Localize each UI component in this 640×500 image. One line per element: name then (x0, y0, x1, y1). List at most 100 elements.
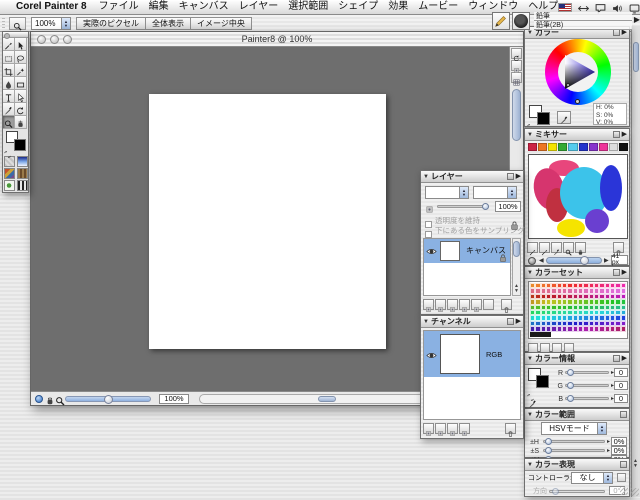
menu-編集[interactable]: 編集 (149, 2, 169, 12)
empty-well-button[interactable] (483, 299, 494, 310)
layer-composite-depth-dropdown[interactable]: ▲▼ (473, 186, 517, 199)
color-info-close-box[interactable] (613, 355, 620, 362)
dirty-brush-button[interactable] (527, 242, 538, 253)
brush-dab-well[interactable] (512, 12, 530, 30)
palette-bay-scrollbar[interactable]: ▲▼ (631, 26, 640, 497)
collapse-triangle-icon[interactable]: ▼ (527, 412, 533, 418)
channel-visibility-eye-icon[interactable] (426, 349, 437, 360)
view-button-全体表示[interactable]: 全体表示 (145, 17, 191, 30)
hue-marker[interactable] (575, 99, 580, 104)
layers-menu-arrow[interactable]: ▶ (516, 173, 521, 180)
tracker-icon[interactable] (45, 394, 55, 404)
±H-value[interactable]: 0% (611, 437, 627, 446)
expression-option-button[interactable] (617, 473, 626, 482)
controller-dropdown[interactable]: なし ▲▼ (571, 472, 613, 484)
layers-scroll-thumb[interactable] (513, 241, 520, 257)
R-slider-thumb[interactable] (567, 369, 574, 376)
display-icon[interactable] (629, 2, 640, 13)
lasso-tool[interactable] (15, 51, 27, 64)
front-color-swatch[interactable] (537, 112, 550, 125)
magnifier-tool[interactable] (3, 116, 15, 129)
tracing-paper-button[interactable] (511, 60, 522, 71)
color-info-palette-titlebar[interactable]: ▼ カラー情報 ▶ (525, 353, 629, 365)
menu-ムービー[interactable]: ムービー (418, 2, 458, 12)
canvas[interactable] (149, 94, 386, 349)
color-info-menu-arrow[interactable]: ▶ (622, 355, 627, 362)
color-variability-close-box[interactable] (620, 411, 627, 418)
zoom-tool-icon[interactable] (55, 394, 65, 404)
adjuster-tool[interactable] (15, 38, 27, 51)
±S-slider-thumb[interactable] (545, 447, 552, 454)
swap-colors-icon[interactable] (527, 119, 534, 126)
look-selector[interactable] (17, 180, 28, 191)
mixer-trash-button[interactable] (613, 242, 624, 253)
collapse-triangle-icon[interactable]: ▼ (423, 174, 429, 180)
toolbox-titlebar[interactable] (3, 32, 28, 38)
variability-mode-dropdown[interactable]: HSVモード ▲▼ (541, 422, 607, 435)
channels-close-box[interactable] (507, 318, 514, 325)
layers-lock-icon[interactable] (509, 219, 520, 230)
zoom-slider-thumb[interactable] (104, 395, 113, 404)
dropper-button[interactable] (557, 111, 571, 124)
zoom-percent-box[interactable]: 100% (159, 394, 189, 404)
G-slider[interactable] (565, 384, 609, 387)
view-button-イメージ中央[interactable]: イメージ中央 (190, 17, 252, 30)
color-set-grid[interactable] (528, 281, 628, 339)
document-titlebar[interactable]: Painter8 @ 100% (31, 32, 523, 47)
layer-opacity-value[interactable]: 100% (495, 201, 521, 212)
palette-bay-scroll-thumb[interactable] (633, 42, 639, 72)
menu-ウィンドウ[interactable]: ウィンドウ (468, 2, 518, 12)
sv-triangle[interactable] (558, 52, 598, 92)
±S-value[interactable]: 0% (611, 446, 627, 455)
layer-composite-method-dropdown[interactable]: ▲▼ (425, 186, 469, 199)
input-arrows-icon[interactable] (578, 2, 589, 13)
B-slider-thumb[interactable] (567, 395, 574, 402)
volume-icon[interactable] (612, 2, 623, 13)
delete-channel-trash-button[interactable] (505, 423, 516, 434)
property-bar-grip[interactable] (2, 18, 5, 28)
brush-category-well[interactable] (492, 12, 510, 30)
±H-slider-thumb[interactable] (545, 438, 552, 445)
magic-wand-tool[interactable] (15, 64, 27, 77)
mixer-close-box[interactable] (613, 131, 620, 138)
layers-palette-titlebar[interactable]: ▼ レイヤー ▶ (421, 171, 523, 183)
new-layer-button[interactable] (435, 299, 446, 310)
zoom-level-dropdown[interactable]: 100% ▲▼ (31, 17, 71, 30)
channel-name[interactable]: RGB (486, 351, 502, 359)
menu-ファイル[interactable]: ファイル (99, 2, 139, 12)
layer-mask-button[interactable] (471, 299, 482, 310)
brush-selector-menu-arrow[interactable]: ▶ (634, 16, 640, 24)
mixer-swatch[interactable] (599, 143, 608, 151)
gradient-selector[interactable] (17, 156, 28, 167)
collapse-triangle-icon[interactable]: ▼ (423, 319, 429, 325)
slider-arrow[interactable]: ▸ (607, 439, 610, 445)
front-color-swatch[interactable] (14, 139, 26, 151)
±H-slider[interactable] (543, 440, 605, 443)
G-value[interactable]: 0 (614, 381, 628, 390)
grabber-tool[interactable] (15, 116, 27, 129)
mixer-knob-icon[interactable] (528, 257, 536, 265)
chat-icon[interactable] (595, 2, 606, 13)
mixer-size-slider[interactable] (546, 257, 602, 264)
crop-tool[interactable] (3, 64, 15, 77)
mixer-slider-left-arrow[interactable]: ◀ (539, 258, 544, 264)
app-menu-title[interactable]: Corel Painter 8 (16, 2, 87, 12)
palette-bay-grip[interactable] (631, 488, 639, 496)
shape-rect-tool[interactable] (15, 77, 27, 90)
horizontal-scroll-thumb[interactable] (318, 396, 336, 402)
magnifier-button[interactable] (563, 242, 574, 253)
weave-selector[interactable] (17, 168, 28, 179)
menu-選択範囲[interactable]: 選択範囲 (288, 2, 328, 12)
page-rotate-button[interactable] (511, 48, 522, 59)
mixer-slider-right-arrow[interactable]: ▶ (604, 258, 609, 264)
brush-tool[interactable] (3, 38, 15, 51)
mixer-pad[interactable] (528, 154, 628, 239)
collapse-triangle-icon[interactable]: ▼ (527, 356, 533, 362)
layer-opacity-thumb[interactable] (482, 203, 489, 210)
color-variability-titlebar[interactable]: ▼ カラー範囲 (525, 409, 629, 421)
sv-marker[interactable] (566, 83, 570, 87)
menu-レイヤー[interactable]: レイヤー (239, 2, 279, 12)
load-channel-button[interactable] (423, 423, 434, 434)
mixer-palette-titlebar[interactable]: ▼ ミキサー ▶ (525, 129, 629, 141)
input-language-flag-icon[interactable] (558, 3, 572, 12)
